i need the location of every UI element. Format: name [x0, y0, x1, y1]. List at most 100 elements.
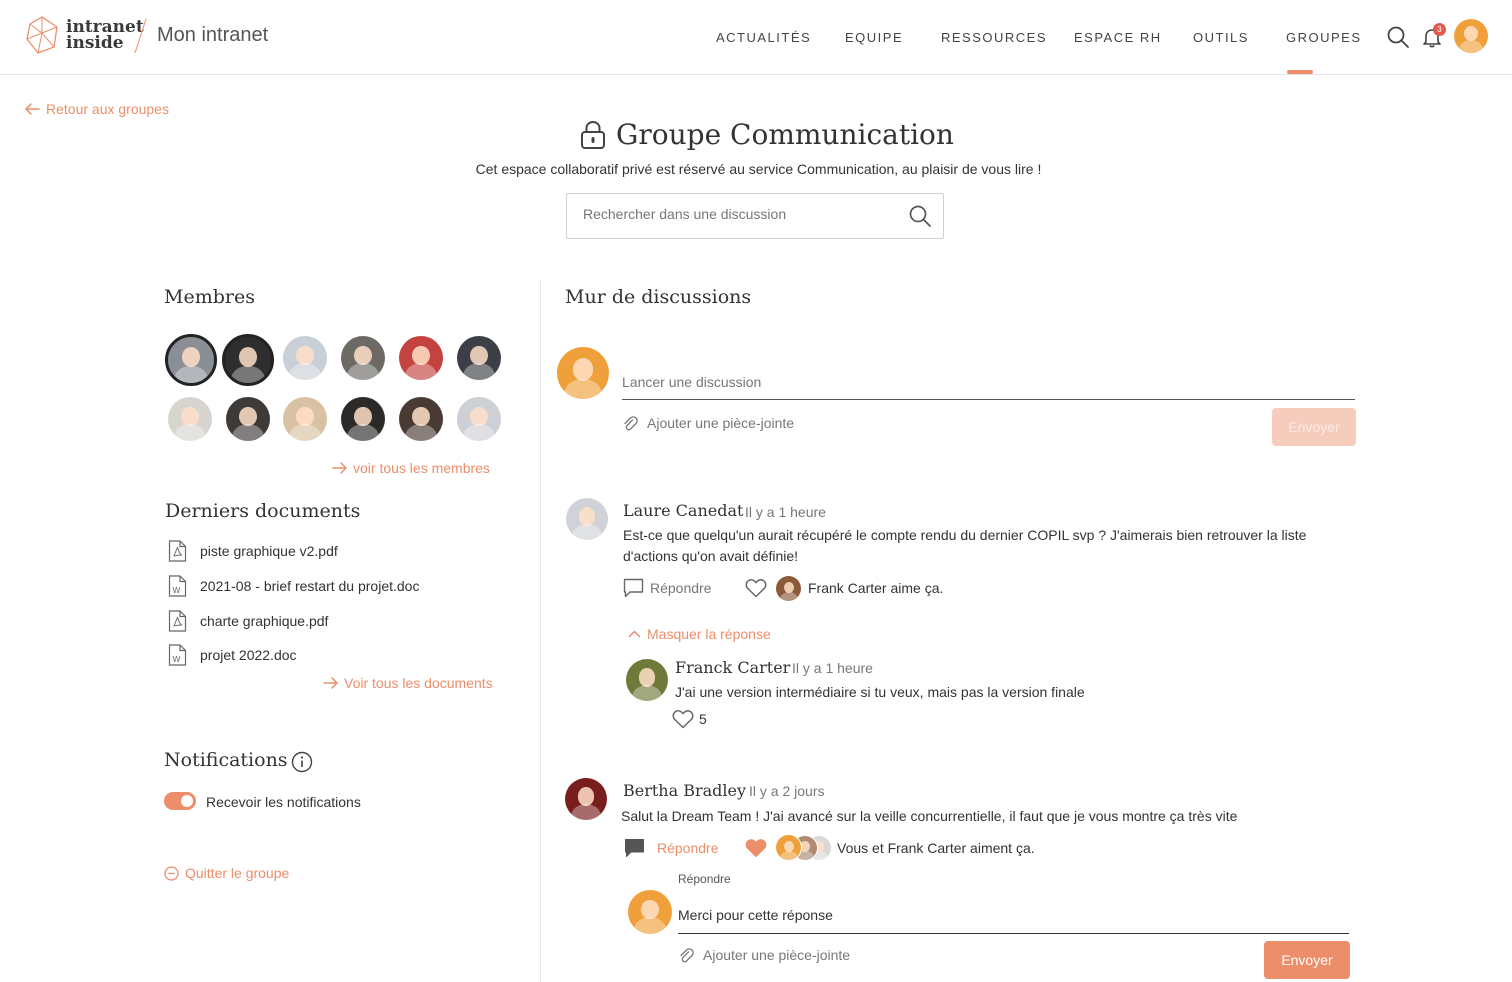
post-author-name[interactable]: Bertha Bradley — [623, 781, 746, 800]
nav-item-equipe[interactable]: EQUIPE — [845, 30, 903, 45]
reply-label: Répondre — [650, 580, 712, 596]
likes-text: Vous et Frank Carter aiment ça. — [837, 840, 1035, 856]
document-item[interactable]: charte graphique.pdf — [168, 610, 328, 632]
arrow-right-icon — [332, 462, 347, 474]
arrow-left-icon — [25, 103, 40, 115]
reply-author-name[interactable]: Franck Carter — [675, 658, 790, 677]
member-avatar[interactable] — [399, 397, 443, 441]
logo-text: intranet inside — [66, 19, 144, 52]
documents-title: Derniers documents — [165, 500, 361, 522]
info-icon[interactable] — [291, 751, 313, 773]
back-to-groups-link[interactable]: Retour aux groupes — [25, 101, 169, 117]
group-description: Cet espace collaboratif privé est réserv… — [475, 161, 1042, 177]
see-all-members-link[interactable]: voir tous les membres — [332, 460, 490, 476]
reply-text: J'ai une version intermédiaire si tu veu… — [675, 684, 1085, 700]
leave-group-link[interactable]: Quitter le groupe — [164, 865, 289, 881]
notifications-toggle-label: Recevoir les notifications — [206, 794, 361, 810]
logo[interactable]: intranet inside — [24, 15, 144, 55]
svg-text:W: W — [173, 586, 181, 595]
search-icon[interactable] — [1386, 25, 1410, 49]
member-avatar[interactable] — [283, 397, 327, 441]
heart-outline-icon[interactable] — [672, 709, 694, 729]
liker-avatar — [776, 576, 801, 601]
attach-file-link[interactable]: Ajouter une pièce-jointe — [679, 947, 850, 963]
document-name: piste graphique v2.pdf — [200, 543, 338, 559]
new-discussion-input[interactable] — [622, 364, 1355, 399]
current-user-avatar — [557, 347, 609, 399]
reply-box-label: Répondre — [678, 872, 731, 886]
leave-group-label: Quitter le groupe — [185, 865, 290, 881]
document-item[interactable]: W projet 2022.doc — [168, 644, 297, 666]
minus-circle-icon — [164, 865, 179, 881]
nav-item-ressources[interactable]: RESSOURCES — [941, 30, 1047, 45]
document-name: 2021-08 - brief restart du projet.doc — [200, 578, 420, 594]
post-author-name[interactable]: Laure Canedat — [623, 501, 743, 520]
nav-item-actualites[interactable]: ACTUALITÉS — [716, 30, 811, 45]
reply-button[interactable]: Répondre — [623, 578, 712, 598]
pdf-file-icon — [168, 540, 187, 562]
search-icon[interactable] — [908, 204, 932, 228]
notifications-toggle[interactable] — [164, 792, 196, 810]
pdf-file-icon — [168, 610, 187, 632]
chevron-up-icon — [628, 630, 641, 638]
post-author-avatar[interactable] — [565, 778, 607, 820]
group-heading: Groupe Communication — [580, 118, 954, 151]
heart-filled-icon[interactable] — [745, 838, 767, 858]
notifications-title: Notifications — [164, 749, 288, 771]
top-header: intranet inside Mon intranet ACTUALITÉS … — [0, 0, 1512, 75]
reply-timestamp: Il y a 1 heure — [792, 660, 873, 676]
member-avatar[interactable] — [457, 336, 501, 380]
document-item[interactable]: piste graphique v2.pdf — [168, 540, 338, 562]
document-name: projet 2022.doc — [200, 647, 297, 663]
reply-button[interactable]: Répondre — [624, 838, 719, 858]
current-user-avatar — [628, 890, 672, 934]
see-all-documents-link[interactable]: Voir tous les documents — [323, 675, 493, 691]
word-file-icon: W — [168, 644, 187, 666]
nav-active-indicator — [1287, 70, 1313, 74]
attach-file-label: Ajouter une pièce-jointe — [703, 947, 851, 963]
member-avatar[interactable] — [226, 397, 270, 441]
liker-avatar — [775, 834, 802, 861]
member-avatar[interactable] — [283, 336, 327, 380]
member-avatar[interactable] — [457, 397, 501, 441]
search-input[interactable] — [583, 206, 893, 222]
new-discussion-field — [622, 364, 1355, 400]
logo-gem-icon — [26, 16, 58, 54]
user-avatar[interactable] — [1454, 19, 1488, 53]
see-all-members-label: voir tous les membres — [353, 460, 490, 476]
attach-file-link[interactable]: Ajouter une pièce-jointe — [623, 415, 794, 431]
post-timestamp: Il y a 2 jours — [749, 783, 825, 799]
hide-replies-button[interactable]: Masquer la réponse — [628, 626, 771, 642]
member-avatar[interactable] — [341, 397, 385, 441]
member-avatar[interactable] — [341, 336, 385, 380]
member-avatar[interactable] — [222, 334, 274, 386]
site-name[interactable]: Mon intranet — [157, 24, 268, 47]
nav-item-outils[interactable]: OUTILS — [1193, 30, 1249, 45]
heart-outline-icon[interactable] — [745, 578, 767, 598]
attach-file-label: Ajouter une pièce-jointe — [647, 415, 795, 431]
reply-input[interactable] — [678, 896, 1349, 933]
send-reply-button[interactable]: Envoyer — [1264, 941, 1350, 979]
reply-like-count: 5 — [699, 711, 707, 727]
lock-icon — [581, 120, 605, 149]
nav-item-espace-rh[interactable]: ESPACE RH — [1074, 30, 1162, 45]
likes-text: Frank Carter aime ça. — [808, 580, 944, 596]
nav-item-groupes[interactable]: GROUPES — [1286, 30, 1362, 45]
paperclip-icon — [680, 948, 694, 963]
svg-text:W: W — [173, 655, 181, 664]
reply-field — [678, 896, 1349, 934]
document-item[interactable]: W 2021-08 - brief restart du projet.doc — [168, 575, 419, 597]
comment-filled-icon — [625, 839, 644, 857]
send-button[interactable]: Envoyer — [1272, 408, 1356, 446]
document-name: charte graphique.pdf — [200, 613, 329, 629]
post-text: Est-ce que quelqu'un aurait récupéré le … — [623, 527, 1307, 564]
members-title: Membres — [164, 286, 255, 308]
post-text: Salut la Dream Team ! J'ai avancé sur la… — [621, 808, 1238, 824]
member-avatar[interactable] — [399, 336, 443, 380]
word-file-icon: W — [168, 575, 187, 597]
post-author-avatar[interactable] — [566, 498, 608, 540]
member-avatar[interactable] — [165, 334, 217, 386]
reply-author-avatar[interactable] — [626, 659, 668, 701]
member-avatar[interactable] — [168, 397, 212, 441]
column-divider — [540, 280, 541, 982]
